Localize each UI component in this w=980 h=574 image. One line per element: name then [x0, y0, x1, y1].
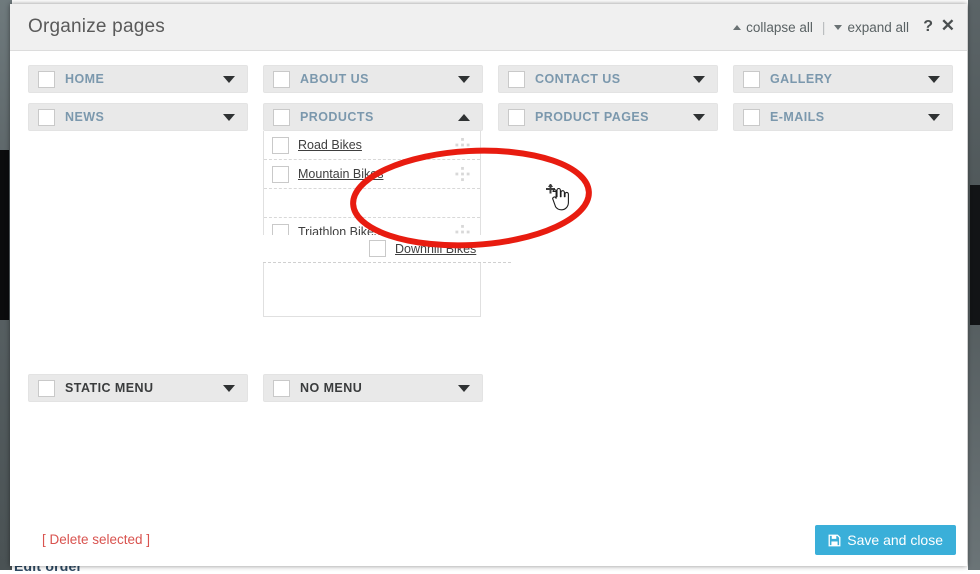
- chevron-down-icon[interactable]: [223, 385, 235, 392]
- menu-bar-product-pages[interactable]: PRODUCT PAGES: [498, 103, 718, 131]
- save-and-close-button[interactable]: Save and close: [815, 525, 956, 555]
- menu-label-products: PRODUCTS: [300, 110, 374, 124]
- page-link-road-bikes[interactable]: Road Bikes: [298, 138, 362, 152]
- chevron-down-icon[interactable]: [693, 114, 705, 121]
- backdrop-left-dark-block: [0, 150, 9, 320]
- menu-column-1: HOME NEWS: [28, 65, 248, 141]
- modal-body: HOME NEWS ABOUT US PRODUCTS: [10, 51, 967, 519]
- move-handle-icon[interactable]: [455, 138, 470, 153]
- menu-label-product-pages: PRODUCT PAGES: [535, 110, 649, 124]
- chevron-down-icon[interactable]: [693, 76, 705, 83]
- collapse-all-button[interactable]: collapse all: [733, 20, 813, 35]
- close-icon[interactable]: ✕: [941, 17, 955, 35]
- bottom-column-1: STATIC MENU: [28, 374, 248, 412]
- checkbox-gallery[interactable]: [743, 71, 760, 88]
- chevron-down-icon[interactable]: [928, 76, 940, 83]
- checkbox-no-menu[interactable]: [273, 380, 290, 397]
- floppy-disk-icon: [828, 534, 841, 547]
- checkbox-e-mails[interactable]: [743, 109, 760, 126]
- page-link-mountain-bikes[interactable]: Mountain Bikes: [298, 167, 383, 181]
- menu-label-static-menu: STATIC MENU: [65, 381, 154, 395]
- collapse-all-label: collapse all: [746, 20, 813, 35]
- move-handle-icon[interactable]: [455, 167, 470, 182]
- checkbox-home[interactable]: [38, 71, 55, 88]
- checkbox-news[interactable]: [38, 109, 55, 126]
- page-title: Organize pages: [28, 16, 165, 38]
- menu-label-e-mails: E-MAILS: [770, 110, 825, 124]
- triangle-down-icon: [834, 25, 842, 30]
- menu-bar-gallery[interactable]: GALLERY: [733, 65, 953, 93]
- checkbox-mountain-bikes[interactable]: [272, 166, 289, 183]
- help-icon[interactable]: ?: [923, 18, 933, 36]
- chevron-down-icon[interactable]: [458, 76, 470, 83]
- checkbox-product-pages[interactable]: [508, 109, 525, 126]
- bottom-column-2: NO MENU: [263, 374, 483, 412]
- expand-all-label: expand all: [847, 20, 909, 35]
- checkbox-about-us[interactable]: [273, 71, 290, 88]
- organize-pages-modal: Organize pages collapse all | expand all…: [10, 4, 967, 566]
- menu-label-no-menu: NO MENU: [300, 381, 362, 395]
- chevron-up-icon[interactable]: [458, 114, 470, 121]
- menu-label-about-us: ABOUT US: [300, 72, 369, 86]
- menu-column-2: ABOUT US PRODUCTS Road Bikes: [263, 65, 483, 317]
- checkbox-road-bikes[interactable]: [272, 137, 289, 154]
- header-separator: |: [822, 20, 826, 35]
- checkbox-downhill-bikes[interactable]: [369, 240, 386, 257]
- menu-bar-news[interactable]: NEWS: [28, 103, 248, 131]
- chevron-down-icon[interactable]: [458, 385, 470, 392]
- menu-bar-about-us[interactable]: ABOUT US: [263, 65, 483, 93]
- chevron-down-icon[interactable]: [928, 114, 940, 121]
- list-item[interactable]: Road Bikes: [264, 131, 480, 160]
- expand-all-button[interactable]: expand all: [834, 20, 909, 35]
- checkbox-products[interactable]: [273, 109, 290, 126]
- save-and-close-label: Save and close: [847, 532, 943, 548]
- header-tools: collapse all | expand all: [733, 4, 909, 50]
- menu-label-gallery: GALLERY: [770, 72, 832, 86]
- menu-bar-e-mails[interactable]: E-MAILS: [733, 103, 953, 131]
- menu-bar-static-menu[interactable]: STATIC MENU: [28, 374, 248, 402]
- page-link-downhill-bikes[interactable]: Downhill Bikes: [395, 242, 476, 256]
- menu-label-news: NEWS: [65, 110, 104, 124]
- checkbox-static-menu[interactable]: [38, 380, 55, 397]
- products-subpanel: Road Bikes Mountain Bikes: [263, 131, 481, 317]
- menu-bar-no-menu[interactable]: NO MENU: [263, 374, 483, 402]
- list-item[interactable]: Mountain Bikes: [264, 160, 480, 189]
- modal-header: Organize pages collapse all | expand all…: [10, 4, 967, 51]
- menu-label-home: HOME: [65, 72, 104, 86]
- menu-bar-home[interactable]: HOME: [28, 65, 248, 93]
- delete-selected-button[interactable]: [ Delete selected ]: [42, 532, 150, 547]
- chevron-down-icon[interactable]: [223, 76, 235, 83]
- checkbox-contact-us[interactable]: [508, 71, 525, 88]
- menu-column-3: CONTACT US PRODUCT PAGES: [498, 65, 718, 141]
- menu-bar-products[interactable]: PRODUCTS: [263, 103, 483, 131]
- menu-column-4: GALLERY E-MAILS: [733, 65, 953, 141]
- menu-bar-contact-us[interactable]: CONTACT US: [498, 65, 718, 93]
- drop-placeholder-row: [264, 189, 480, 218]
- backdrop-right-dark-block: [970, 185, 980, 325]
- menu-label-contact-us: CONTACT US: [535, 72, 621, 86]
- modal-footer: [ Delete selected ] Save and close: [10, 519, 967, 566]
- dragging-list-item[interactable]: Downhill Bikes: [263, 235, 511, 263]
- chevron-down-icon[interactable]: [223, 114, 235, 121]
- triangle-up-icon: [733, 25, 741, 30]
